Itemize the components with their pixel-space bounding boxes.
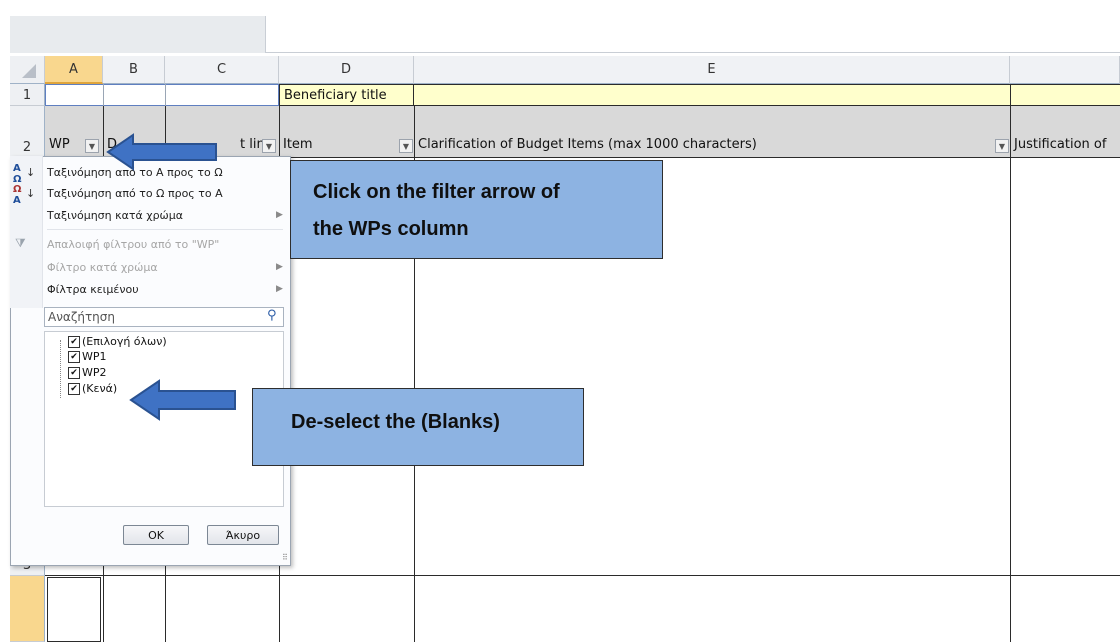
filter-arrow-clarification[interactable]: ▼ (995, 139, 1009, 153)
search-placeholder: Αναζήτηση (48, 310, 115, 324)
row-label: 1 (22, 88, 32, 103)
column-label: B (129, 62, 138, 77)
column-header-c[interactable]: C (165, 56, 279, 84)
cell-e2[interactable]: Clarification of Budget Items (max 1000 … (414, 130, 1010, 158)
cell-text: Item (283, 136, 313, 152)
cancel-button[interactable]: Άκυρο (207, 525, 279, 545)
button-label: OK (148, 528, 164, 542)
cell-d2[interactable]: Item (279, 130, 414, 158)
menu-item-label: Ταξινόμηση από το Ω προς το Α (47, 187, 223, 200)
cell-d1[interactable]: Beneficiary title (279, 84, 414, 106)
menu-item-sort-za[interactable]: Ταξινόμηση από το Ω προς το Α (47, 187, 223, 200)
cell-text: Justification of (1014, 136, 1107, 152)
column-header-e[interactable]: E (414, 56, 1010, 84)
filter-search-input[interactable]: Αναζήτηση (44, 307, 284, 327)
menu-item-label: Απαλοιφή φίλτρου από το "WP" (47, 238, 220, 251)
cell-e1-f1[interactable] (414, 84, 1120, 106)
cell-text: Clarification of Budget Items (max 1000 … (418, 136, 757, 152)
option-label: (Κενά) (82, 382, 118, 395)
menu-item-filter-by-color: Φίλτρο κατά χρώμα (47, 261, 158, 274)
clear-filter-icon: ⧩ (15, 236, 26, 250)
menu-separator (47, 229, 283, 230)
cell-f2[interactable]: Justification of (1010, 130, 1120, 158)
resize-grip-icon[interactable]: ⠿ (282, 553, 288, 562)
row-header-1[interactable]: 1 (10, 84, 45, 106)
callout-line-1: Click on the filter arrow of (313, 181, 560, 203)
checkbox-checked-icon: ✔ (68, 350, 80, 363)
ok-button[interactable]: OK (123, 525, 189, 545)
cell-text: Beneficiary title (284, 87, 387, 103)
sort-az-icon: AΩ (13, 163, 22, 185)
cell-a4[interactable] (47, 577, 101, 642)
gridline (1010, 84, 1011, 106)
cell-a1-c1[interactable] (45, 84, 279, 106)
checkbox-checked-icon: ✔ (68, 382, 80, 395)
tree-connector (60, 340, 61, 398)
gridline (1010, 106, 1011, 642)
filter-arrow-wp[interactable]: ▼ (85, 139, 99, 153)
filter-arrow-item[interactable]: ▼ (399, 139, 413, 153)
menu-item-label: Φίλτρο κατά χρώμα (47, 261, 158, 274)
sort-za-icon: ΩA (13, 184, 22, 206)
sort-down-arrow-icon: ↓ (26, 166, 36, 179)
gridline (165, 84, 166, 106)
column-header-d[interactable]: D (279, 56, 414, 84)
submenu-arrow-icon: ▶ (276, 284, 283, 294)
submenu-arrow-icon: ▶ (276, 210, 283, 220)
checkbox-wp2[interactable]: ✔ WP2 (68, 366, 107, 379)
filter-arrow-budget-line[interactable]: ▼ (262, 139, 276, 153)
option-label: WP1 (82, 350, 107, 363)
sort-down-arrow-icon: ↓ (26, 187, 36, 200)
select-all-triangle-icon (22, 64, 36, 78)
row-header-2[interactable]: 2 (10, 106, 45, 158)
arrow-to-blanks-icon (129, 379, 236, 421)
submenu-arrow-icon: ▶ (276, 262, 283, 272)
callout-deselect-text: De-select the (Blanks) (291, 411, 500, 433)
checkbox-checked-icon: ✔ (68, 366, 80, 379)
row-header-4[interactable] (10, 576, 45, 642)
option-label: WP2 (82, 366, 107, 379)
menu-item-text-filters[interactable]: Φίλτρα κειμένου (47, 283, 139, 296)
row-label: 2 (22, 140, 32, 155)
column-label: D (340, 62, 351, 77)
menu-item-sort-by-color[interactable]: Ταξινόμηση κατά χρώμα (47, 209, 183, 222)
name-box[interactable] (10, 16, 266, 53)
column-header-f[interactable] (1010, 56, 1120, 84)
column-label: E (707, 62, 716, 77)
checkbox-blanks[interactable]: ✔ (Κενά) (68, 382, 117, 395)
gridline (103, 84, 104, 106)
option-label: (Επιλογή όλων) (82, 335, 167, 348)
menu-item-label: Ταξινόμηση κατά χρώμα (47, 209, 184, 222)
cell-text: WP (49, 136, 70, 152)
search-icon: ⚲ (267, 308, 277, 323)
column-header-b[interactable]: B (103, 56, 165, 84)
callout-filter-instruction: Click on the filter arrow of the WPs col… (290, 160, 663, 259)
menu-item-label: Φίλτρα κειμένου (47, 283, 139, 296)
checkbox-checked-icon: ✔ (68, 335, 80, 348)
column-header-a[interactable]: A (45, 56, 103, 84)
menu-item-clear-filter: Απαλοιφή φίλτρου από το "WP" (47, 238, 219, 251)
checkbox-select-all[interactable]: ✔ (Επιλογή όλων) (68, 335, 167, 348)
checkbox-wp1[interactable]: ✔ WP1 (68, 350, 107, 363)
callout-deselect-instruction: De-select the (Blanks) (252, 388, 584, 466)
arrow-to-filter-icon (106, 133, 217, 171)
column-label: A (69, 61, 78, 77)
button-label: Άκυρο (225, 528, 261, 542)
formula-bar-border (266, 52, 1120, 53)
column-label: C (216, 62, 227, 77)
gridline (45, 575, 1120, 576)
callout-line-2: the WPs column (313, 218, 469, 240)
